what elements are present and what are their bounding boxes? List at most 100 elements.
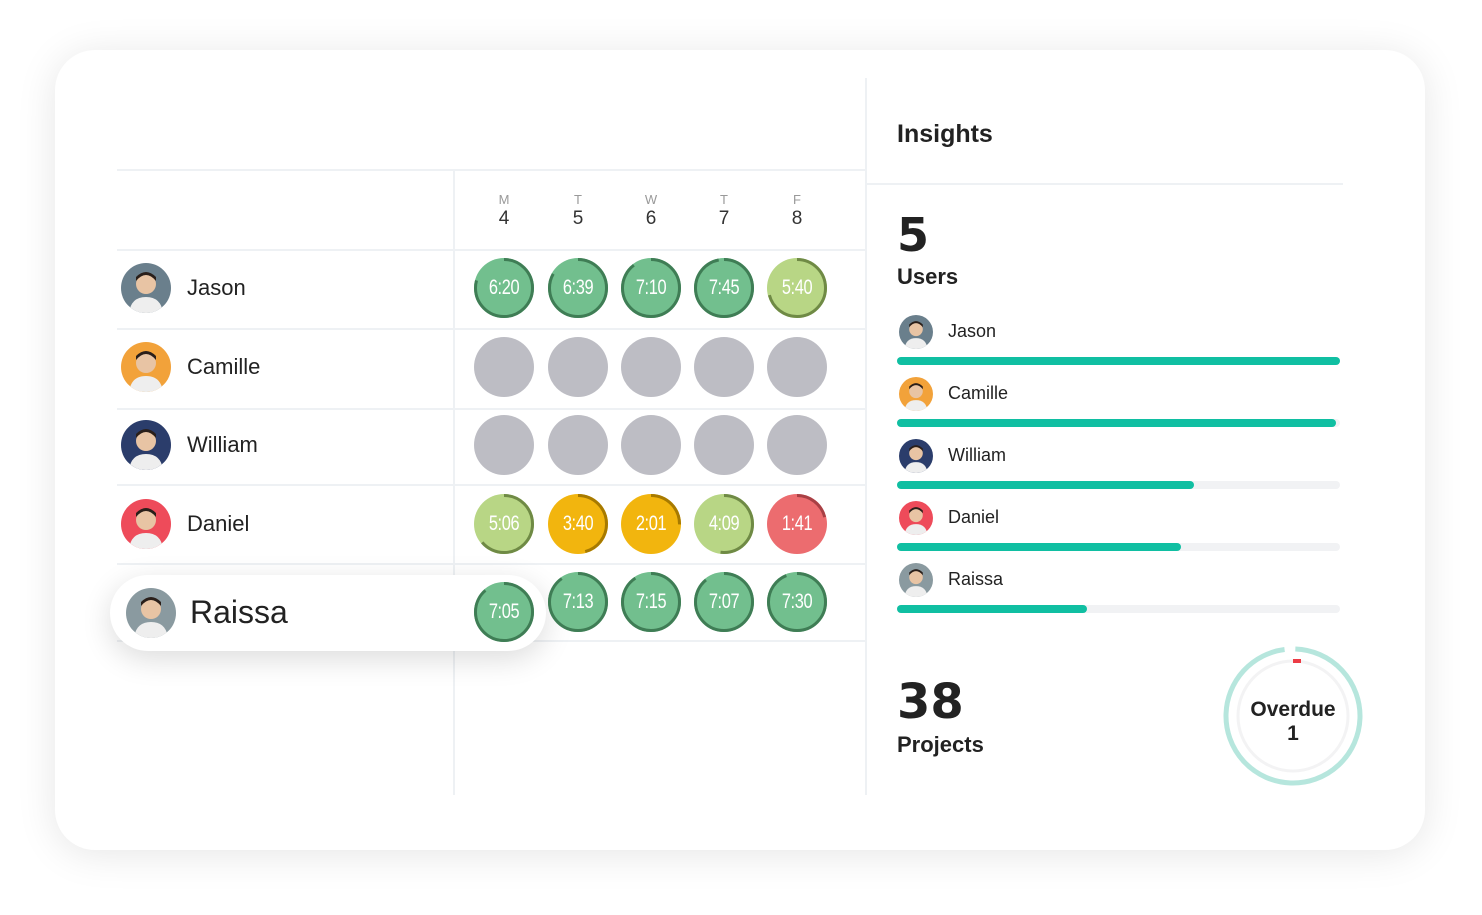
time-value bbox=[774, 415, 821, 475]
day-number: 6 bbox=[645, 208, 657, 229]
row-divider bbox=[117, 563, 865, 565]
time-cell[interactable] bbox=[474, 415, 534, 475]
user-avatar bbox=[899, 377, 933, 411]
time-cell[interactable] bbox=[767, 337, 827, 397]
user-progress-fill bbox=[897, 357, 1340, 365]
divider bbox=[453, 170, 455, 795]
avatar bbox=[121, 499, 171, 549]
time-cell[interactable]: 7:30 bbox=[767, 572, 827, 632]
avatar bbox=[126, 588, 176, 638]
user-bar-label: William bbox=[948, 445, 1006, 465]
time-cell[interactable]: 1:41 bbox=[767, 494, 827, 554]
day-letter: M bbox=[498, 192, 510, 207]
time-value bbox=[555, 415, 602, 475]
time-cell[interactable] bbox=[694, 337, 754, 397]
user-progress-fill bbox=[897, 543, 1181, 551]
time-value bbox=[628, 415, 675, 475]
divider bbox=[867, 183, 1343, 185]
time-cell[interactable]: 7:07 bbox=[694, 572, 754, 632]
row-divider bbox=[117, 484, 865, 486]
user-progress-bar bbox=[897, 481, 1340, 489]
user-progress-bar bbox=[897, 419, 1340, 427]
time-cell[interactable]: 4:09 bbox=[694, 494, 754, 554]
overdue-marker bbox=[1293, 659, 1301, 663]
users-label: Users bbox=[897, 264, 959, 289]
time-cell[interactable] bbox=[548, 337, 608, 397]
time-value: 2:01 bbox=[635, 512, 667, 535]
time-value: 7:05 bbox=[488, 600, 520, 623]
day-header: F8 bbox=[767, 192, 827, 230]
divider bbox=[865, 78, 867, 795]
user-name[interactable]: Daniel bbox=[187, 511, 249, 537]
user-name[interactable]: Jason bbox=[187, 275, 246, 301]
day-header: M4 bbox=[474, 192, 534, 230]
avatar bbox=[121, 342, 171, 392]
time-cell[interactable]: 2:01 bbox=[621, 494, 681, 554]
time-value: 6:39 bbox=[562, 276, 594, 299]
day-number: 8 bbox=[791, 208, 803, 229]
projects-label: Projects bbox=[897, 732, 984, 757]
time-cell[interactable] bbox=[621, 337, 681, 397]
time-cell[interactable] bbox=[621, 415, 681, 475]
insights-title: Insights bbox=[897, 120, 993, 148]
time-cell[interactable] bbox=[694, 415, 754, 475]
row-divider bbox=[117, 328, 865, 330]
user-name[interactable]: Raissa bbox=[190, 594, 288, 631]
avatar bbox=[121, 420, 171, 470]
user-avatar bbox=[899, 439, 933, 473]
user-name[interactable]: William bbox=[187, 432, 258, 458]
time-cell[interactable] bbox=[767, 415, 827, 475]
time-cell[interactable]: 7:13 bbox=[548, 572, 608, 632]
divider bbox=[117, 169, 865, 171]
time-value bbox=[701, 337, 748, 397]
time-value bbox=[774, 337, 821, 397]
time-value: 4:09 bbox=[708, 512, 740, 535]
time-value bbox=[481, 337, 528, 397]
row-divider bbox=[117, 408, 865, 410]
time-cell[interactable] bbox=[474, 337, 534, 397]
day-number: 7 bbox=[718, 208, 730, 229]
overdue-badge[interactable]: Overdue 1 bbox=[1222, 698, 1364, 746]
users-count: 5 bbox=[897, 208, 930, 262]
projects-count: 38 bbox=[897, 674, 964, 730]
time-cell[interactable]: 3:40 bbox=[548, 494, 608, 554]
time-cell[interactable] bbox=[548, 415, 608, 475]
time-cell[interactable]: 5:40 bbox=[767, 258, 827, 318]
day-letter: T bbox=[720, 192, 728, 207]
time-cell[interactable]: 6:20 bbox=[474, 258, 534, 318]
day-number: 5 bbox=[572, 208, 584, 229]
user-progress-bar bbox=[897, 357, 1340, 365]
time-value bbox=[555, 337, 602, 397]
user-progress-fill bbox=[897, 605, 1088, 613]
time-value bbox=[701, 415, 748, 475]
day-number: 4 bbox=[498, 208, 510, 229]
time-value bbox=[481, 415, 528, 475]
avatar bbox=[121, 263, 171, 313]
time-value: 7:30 bbox=[781, 590, 813, 613]
user-bar-label: Daniel bbox=[948, 507, 1000, 527]
user-progress-fill bbox=[897, 481, 1194, 489]
time-cell[interactable]: 6:39 bbox=[548, 258, 608, 318]
day-letter: F bbox=[793, 192, 801, 207]
time-cell[interactable]: 7:15 bbox=[621, 572, 681, 632]
time-value: 1:41 bbox=[781, 512, 813, 535]
user-avatar bbox=[899, 501, 933, 535]
user-bar-label: Camille bbox=[948, 383, 1009, 403]
user-bar-label: Raissa bbox=[948, 569, 1004, 589]
time-value: 7:10 bbox=[635, 276, 667, 299]
day-letter: T bbox=[574, 192, 582, 207]
row-divider bbox=[117, 249, 865, 251]
user-name[interactable]: Camille bbox=[187, 354, 260, 380]
time-cell[interactable]: 7:10 bbox=[621, 258, 681, 318]
user-avatar bbox=[899, 315, 933, 349]
user-avatar bbox=[899, 563, 933, 597]
overdue-count: 1 bbox=[1287, 722, 1299, 745]
user-progress-bar bbox=[897, 605, 1340, 613]
time-cell[interactable]: 5:06 bbox=[474, 494, 534, 554]
day-letter: W bbox=[644, 192, 658, 207]
time-cell[interactable]: 7:05 bbox=[474, 582, 534, 642]
day-header: T5 bbox=[548, 192, 608, 230]
time-cell[interactable]: 7:45 bbox=[694, 258, 754, 318]
overdue-label: Overdue bbox=[1250, 698, 1336, 721]
time-value: 3:40 bbox=[562, 512, 594, 535]
